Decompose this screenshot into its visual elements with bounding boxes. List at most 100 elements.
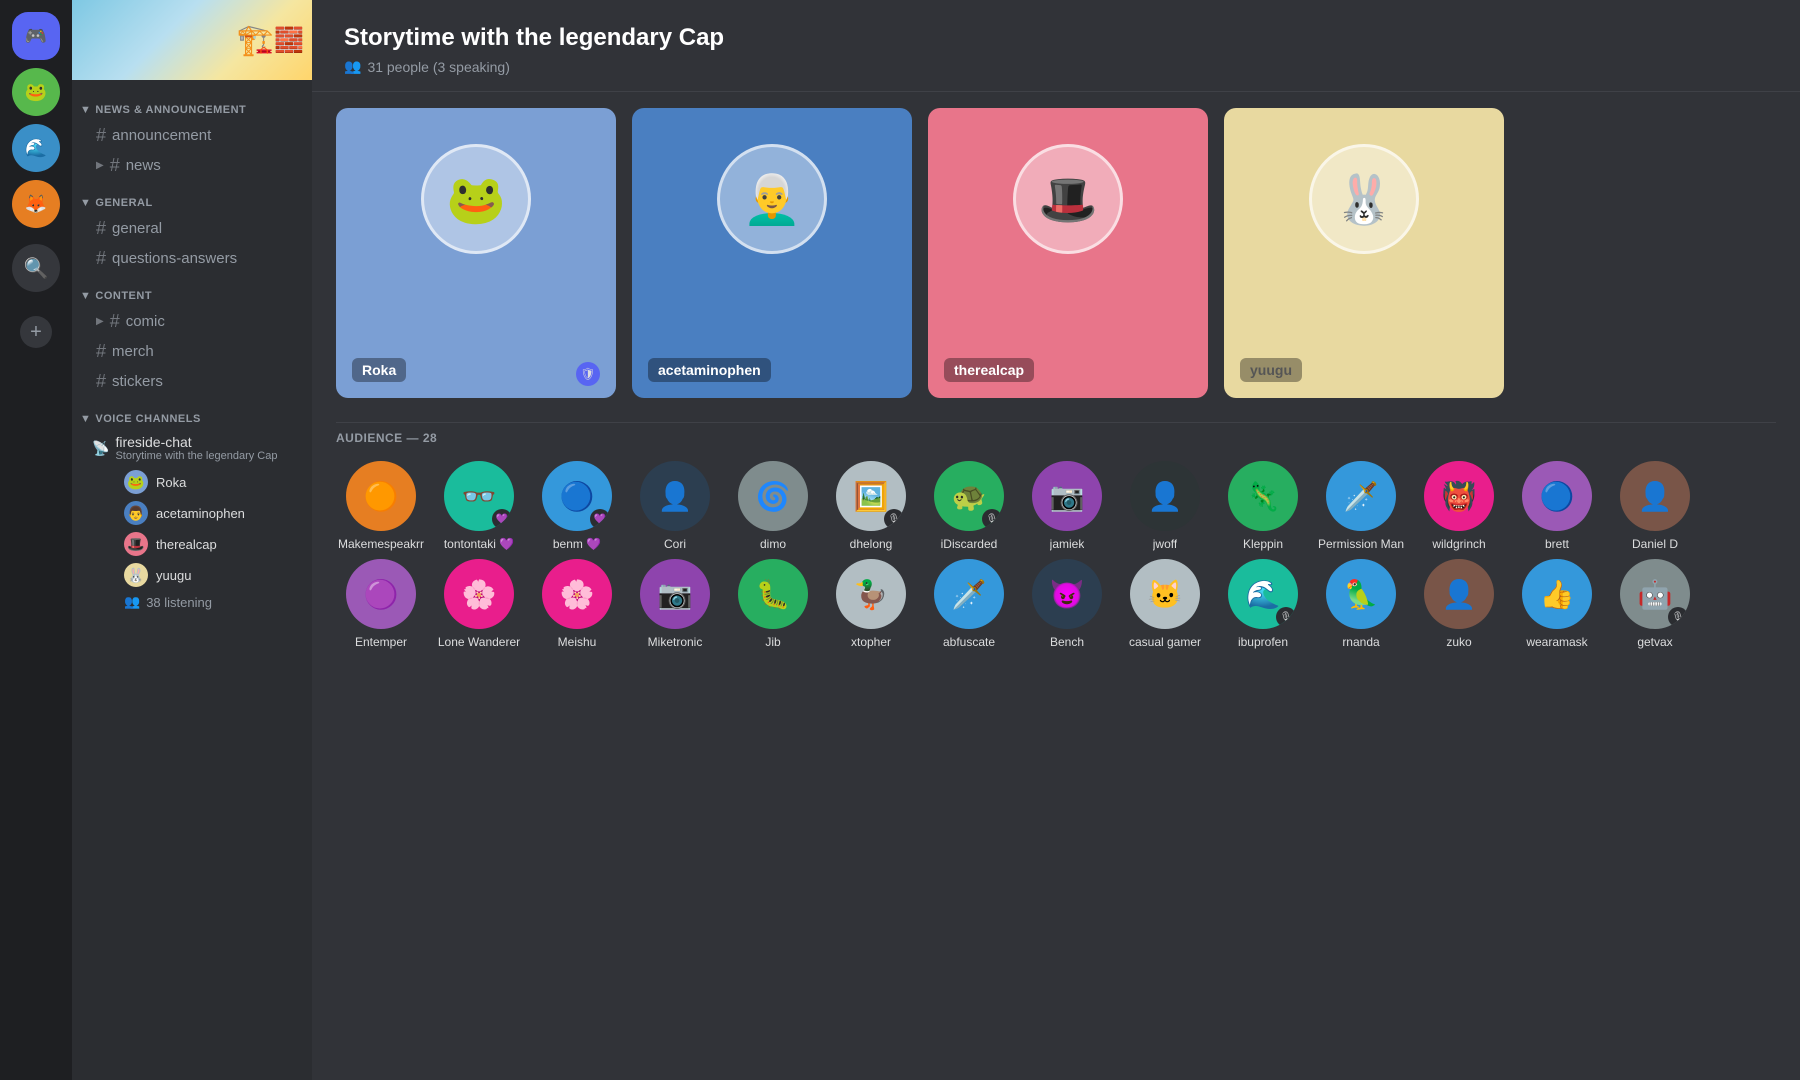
speaker-name-therealcap: therealcap (944, 358, 1034, 382)
audience-member-abfuscate[interactable]: 🗡️ abfuscate (924, 559, 1014, 649)
people-meta-icon: 👥 (344, 58, 361, 75)
channel-item-stickers[interactable]: # stickers (80, 367, 304, 396)
chevron-right-icon-comic: ▶ (96, 316, 104, 327)
audience-avatar-makemespeakrr: 🟠 (346, 461, 416, 531)
audience-member-permissionman[interactable]: 🗡️ Permission Man (1316, 461, 1406, 551)
audience-avatar-idiscarded: 🐢 🎙 (934, 461, 1004, 531)
speaker-card-roka[interactable]: 🐸 Roka 🛡 (336, 108, 616, 398)
voice-member-yuugu[interactable]: 🐰 yuugu (112, 560, 304, 590)
category-general[interactable]: ▼ GENERAL (72, 181, 312, 213)
speaker-name-acetaminophen: acetaminophen (648, 358, 771, 382)
audience-member-jamiek[interactable]: 📷 jamiek (1022, 461, 1112, 551)
audience-member-dimo[interactable]: 🌀 dimo (728, 461, 818, 551)
audience-name-permissionman: Permission Man (1318, 537, 1404, 551)
audience-name-dhelong: dhelong (850, 537, 893, 551)
audience-member-benm[interactable]: 🔵 💜 benm 💜 (532, 461, 622, 551)
audience-member-wildgrinch[interactable]: 👹 wildgrinch (1414, 461, 1504, 551)
audience-member-idiscarded[interactable]: 🐢 🎙 iDiscarded (924, 461, 1014, 551)
audience-member-meishu[interactable]: 🌸 Meishu (532, 559, 622, 649)
audience-member-ibuprofen[interactable]: 🌊 🎙 ibuprofen (1218, 559, 1308, 649)
speaker-name-roka: Roka (352, 358, 406, 382)
audience-member-xtopher[interactable]: 🦆 xtopher (826, 559, 916, 649)
category-general-label: ▼ GENERAL (80, 197, 153, 209)
audience-member-dhelong[interactable]: 🖼️ 🎙 dhelong (826, 461, 916, 551)
audience-member-lonewanderer[interactable]: 🌸 Lone Wanderer (434, 559, 524, 649)
audience-avatar-permissionman: 🗡️ (1326, 461, 1396, 531)
audience-avatar-cori: 👤 (640, 461, 710, 531)
channel-item-merch[interactable]: # merch (80, 337, 304, 366)
hash-icon-news: # (110, 155, 120, 176)
voice-channel-fireside[interactable]: 📡 fireside-chat Storytime with the legen… (80, 430, 304, 466)
audience-name-dimo: dimo (760, 537, 786, 551)
speaker-mod-icon-roka: 🛡 (576, 362, 600, 386)
audience-member-zuko[interactable]: 👤 zuko (1414, 559, 1504, 649)
voice-member-avatar-roka: 🐸 (124, 470, 148, 494)
audience-member-makemespeakrr[interactable]: 🟠 Makemespeakrr (336, 461, 426, 551)
audience-member-tontontaki[interactable]: 👓 💜 tontontaki 💜 (434, 461, 524, 551)
channel-item-announcement[interactable]: # announcement (80, 121, 304, 150)
voice-member-avatar-acet: 👨 (124, 501, 148, 525)
voice-member-therealcap[interactable]: 🎩 therealcap (112, 529, 304, 559)
audience-member-wearamask[interactable]: 👍 wearamask (1512, 559, 1602, 649)
audience-member-brett[interactable]: 🔵 brett (1512, 461, 1602, 551)
audience-name-lonewanderer: Lone Wanderer (438, 635, 520, 649)
audience-member-cori[interactable]: 👤 Cori (630, 461, 720, 551)
audience-member-rnanda[interactable]: 🦜 rnanda (1316, 559, 1406, 649)
audience-name-zuko: zuko (1446, 635, 1471, 649)
audience-member-getvax[interactable]: 🤖 🎙 getvax (1610, 559, 1700, 649)
channel-item-comic[interactable]: ▶ # comic (80, 307, 304, 336)
channel-item-questions[interactable]: # questions-answers (80, 244, 304, 273)
voice-member-name-acet: acetaminophen (156, 506, 245, 521)
audience-name-idiscarded: iDiscarded (941, 537, 998, 551)
audience-avatar-casualgamer: 🐱 (1130, 559, 1200, 629)
speaker-avatar-yuugu: 🐰 (1309, 144, 1419, 254)
audience-member-bench[interactable]: 😈 Bench (1022, 559, 1112, 649)
category-voice-label: ▼ VOICE CHANNELS (80, 413, 201, 425)
audience-section: AUDIENCE — 28 🟠 Makemespeakrr 👓 💜 tonton… (312, 414, 1800, 1080)
audience-member-miketronic[interactable]: 📷 Miketronic (630, 559, 720, 649)
audience-name-meishu: Meishu (558, 635, 597, 649)
add-server-button[interactable]: + (20, 316, 52, 348)
audience-member-jwoff[interactable]: 👤 jwoff (1120, 461, 1210, 551)
audience-avatar-dimo: 🌀 (738, 461, 808, 531)
audience-avatar-jib: 🐛 (738, 559, 808, 629)
chevron-down-icon-general: ▼ (80, 197, 91, 209)
speaker-card-therealcap[interactable]: 🎩 therealcap (928, 108, 1208, 398)
audience-name-entemper: Entemper (355, 635, 407, 649)
audience-avatar-tontontaki: 👓 💜 (444, 461, 514, 531)
audience-name-getvax: getvax (1637, 635, 1672, 649)
category-news-announcement[interactable]: ▼ NEWS & ANNOUNCEMENT (72, 88, 312, 120)
audience-member-casualgamer[interactable]: 🐱 casual gamer (1120, 559, 1210, 649)
voice-members-list: 🐸 Roka 👨 acetaminophen 🎩 therealcap 🐰 yu… (72, 467, 312, 613)
audience-member-jib[interactable]: 🐛 Jib (728, 559, 818, 649)
audience-avatar-danield: 👤 (1620, 461, 1690, 531)
speaker-card-yuugu[interactable]: 🐰 yuugu (1224, 108, 1504, 398)
server-icon-1[interactable]: 🎮 (12, 12, 60, 60)
audience-avatar-dhelong: 🖼️ 🎙 (836, 461, 906, 531)
speakers-section: 🐸 Roka 🛡 👨‍🦳 acetaminophen 🎩 therealcap … (312, 92, 1800, 414)
audience-avatar-brett: 🔵 (1522, 461, 1592, 531)
audience-name-rnanda: rnanda (1342, 635, 1379, 649)
server-icon-2[interactable]: 🐸 (12, 68, 60, 116)
audience-name-wildgrinch: wildgrinch (1432, 537, 1485, 551)
speaker-card-acetaminophen[interactable]: 👨‍🦳 acetaminophen (632, 108, 912, 398)
audience-member-entemper[interactable]: 🟣 Entemper (336, 559, 426, 649)
audience-name-brett: brett (1545, 537, 1569, 551)
channel-item-news[interactable]: ▶ # news (80, 151, 304, 180)
audience-badge-getvax: 🎙 (1668, 607, 1688, 627)
audience-member-kleppin[interactable]: 🦎 Kleppin (1218, 461, 1308, 551)
channel-item-general[interactable]: # general (80, 214, 304, 243)
server-icon-4[interactable]: 🦊 (12, 180, 60, 228)
discover-button[interactable]: 🔍 (12, 244, 60, 292)
voice-member-roka[interactable]: 🐸 Roka (112, 467, 304, 497)
speaker-avatar-acetaminophen: 👨‍🦳 (717, 144, 827, 254)
category-voice[interactable]: ▼ VOICE CHANNELS (72, 397, 312, 429)
audience-avatar-benm: 🔵 💜 (542, 461, 612, 531)
voice-member-acetaminophen[interactable]: 👨 acetaminophen (112, 498, 304, 528)
category-content[interactable]: ▼ CONTENT (72, 274, 312, 306)
audience-name-ibuprofen: ibuprofen (1238, 635, 1288, 649)
hash-icon-announcement: # (96, 125, 106, 146)
hash-icon-general: # (96, 218, 106, 239)
audience-member-danield[interactable]: 👤 Daniel D (1610, 461, 1700, 551)
server-icon-3[interactable]: 🌊 (12, 124, 60, 172)
